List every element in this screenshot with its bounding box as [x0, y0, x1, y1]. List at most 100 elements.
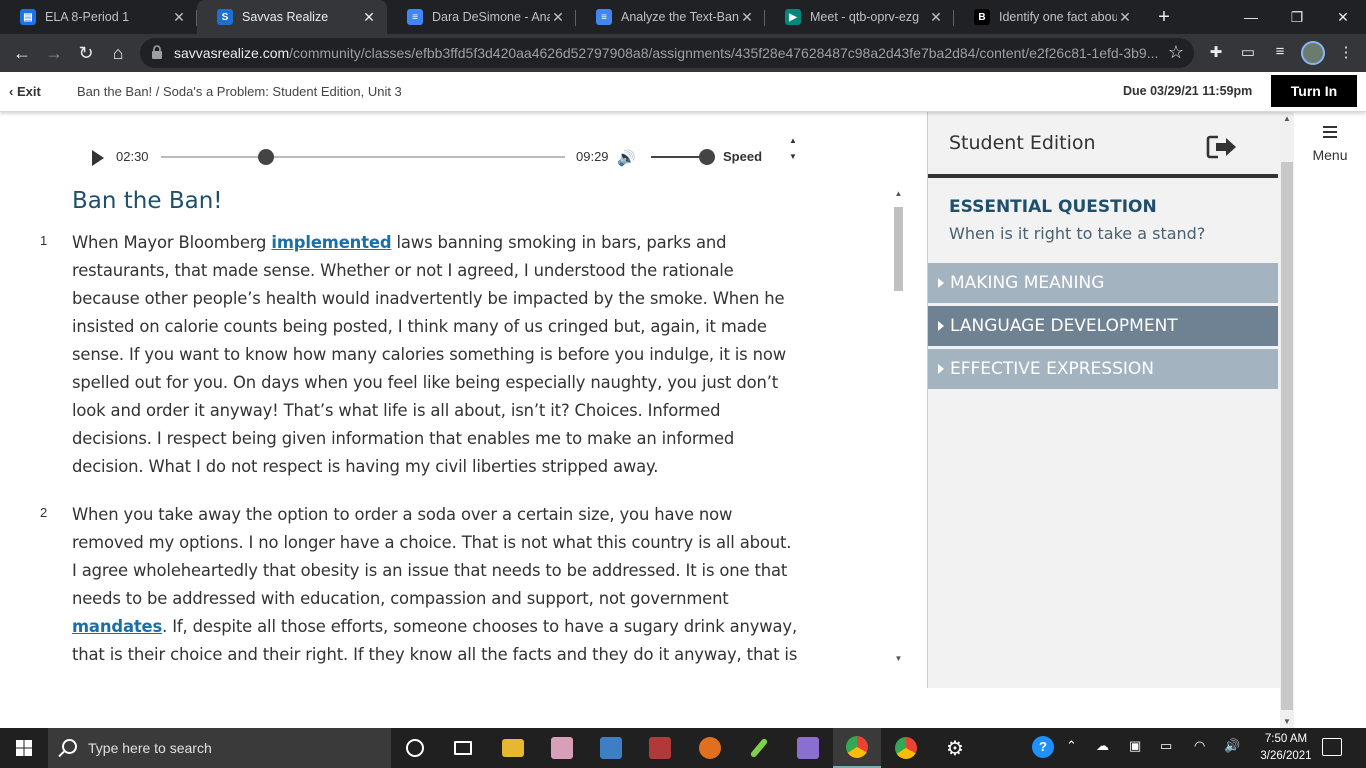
- vocabulary-link[interactable]: mandates: [72, 617, 162, 636]
- minimize-icon[interactable]: —: [1228, 0, 1274, 34]
- more-menu-icon[interactable]: ⋮: [1335, 43, 1357, 63]
- close-window-icon[interactable]: ✕: [1320, 0, 1366, 34]
- progress-track[interactable]: [161, 156, 565, 158]
- windows-start-icon[interactable]: [0, 728, 48, 768]
- onedrive-icon[interactable]: ☁: [1096, 738, 1109, 754]
- close-tab-icon[interactable]: ✕: [739, 9, 755, 26]
- app-icon[interactable]: [735, 728, 783, 768]
- close-tab-icon[interactable]: ✕: [361, 9, 377, 26]
- app-icon[interactable]: [784, 728, 832, 768]
- scroll-up-icon[interactable]: ▲: [1280, 114, 1294, 123]
- student-edition-panel: Student Edition ESSENTIAL QUESTION When …: [927, 112, 1280, 688]
- google-classroom-icon: ▤: [20, 9, 36, 25]
- step-down-icon[interactable]: ▼: [786, 149, 800, 165]
- section-language-development[interactable]: LANGUAGE DEVELOPMENT: [928, 306, 1278, 346]
- taskbar-search[interactable]: Type here to search: [48, 728, 391, 768]
- caret-right-icon: [938, 278, 944, 288]
- browser-tab[interactable]: ≡ Dara DeSimone - Analy ✕: [387, 0, 576, 34]
- close-tab-icon[interactable]: ✕: [550, 9, 566, 26]
- step-up-icon[interactable]: ▲: [786, 133, 800, 149]
- forward-icon[interactable]: →: [40, 39, 68, 67]
- help-icon[interactable]: ?: [1032, 736, 1054, 758]
- address-bar[interactable]: savvasrealize.com/community/classes/efbb…: [140, 38, 1194, 68]
- scroll-up-icon[interactable]: ▲: [890, 189, 907, 198]
- collapse-panel-icon[interactable]: [1206, 134, 1238, 160]
- tab-title: ELA 8-Period 1: [45, 10, 130, 24]
- panel-title: Student Edition: [949, 132, 1096, 154]
- scroll-thumb[interactable]: [894, 207, 903, 291]
- extensions-icon[interactable]: ✚: [1205, 43, 1227, 63]
- player-stepper[interactable]: ▲ ▼: [786, 133, 800, 165]
- assignment-header: ‹ Exit Ban the Ban! / Soda's a Problem: …: [0, 72, 1366, 112]
- chrome-icon[interactable]: [882, 728, 930, 768]
- app-icon[interactable]: [686, 728, 734, 768]
- close-tab-icon[interactable]: ✕: [171, 9, 187, 26]
- bookmark-star-icon[interactable]: ☆: [1168, 42, 1184, 63]
- caret-right-icon: [938, 364, 944, 374]
- volume-icon[interactable]: 🔊: [617, 149, 636, 167]
- browser-tab[interactable]: ≡ Analyze the Text-Ban th ✕: [576, 0, 765, 34]
- section-making-meaning[interactable]: MAKING MEANING: [928, 263, 1278, 303]
- cast-icon[interactable]: ▭: [1237, 43, 1259, 63]
- due-date: Due 03/29/21 11:59pm: [1123, 84, 1253, 98]
- exit-button[interactable]: ‹ Exit: [9, 84, 41, 99]
- reload-icon[interactable]: ↻: [72, 39, 100, 67]
- app-icon[interactable]: [587, 728, 635, 768]
- vocabulary-link[interactable]: implemented: [271, 233, 391, 252]
- windows-taskbar: Type here to search ⚙ ? ⌃ ☁ ▣ ▭ ◠ 🔊 7:50…: [0, 728, 1366, 768]
- battery-icon[interactable]: ▭: [1160, 738, 1172, 754]
- app-icon[interactable]: [636, 728, 684, 768]
- reader-scrollbar[interactable]: ▲ ▼: [890, 187, 907, 665]
- savvas-icon: S: [217, 9, 233, 25]
- scroll-down-icon[interactable]: ▼: [1280, 717, 1294, 726]
- meet-now-icon[interactable]: ▣: [1129, 738, 1141, 754]
- duration-time: 09:29: [576, 149, 609, 164]
- section-effective-expression[interactable]: EFFECTIVE EXPRESSION: [928, 349, 1278, 389]
- google-meet-icon: ▶: [785, 9, 801, 25]
- chrome-icon[interactable]: [833, 728, 881, 768]
- progress-knob[interactable]: [258, 149, 275, 165]
- volume-icon[interactable]: 🔊: [1224, 738, 1240, 754]
- file-explorer-icon[interactable]: [489, 728, 537, 768]
- essential-question: When is it right to take a stand?: [949, 224, 1206, 243]
- essential-question-label: ESSENTIAL QUESTION: [949, 197, 1157, 217]
- chevron-up-icon[interactable]: ⌃: [1066, 738, 1077, 754]
- google-docs-icon: ≡: [596, 9, 612, 25]
- paragraph: When Mayor Bloomberg implemented laws ba…: [72, 233, 787, 476]
- scroll-thumb[interactable]: [1281, 162, 1293, 710]
- browser-tab[interactable]: B Identify one fact about ✕: [954, 0, 1143, 34]
- breadcrumb: Ban the Ban! / Soda's a Problem: Student…: [77, 84, 402, 99]
- close-tab-icon[interactable]: ✕: [1117, 9, 1133, 26]
- settings-gear-icon[interactable]: ⚙: [931, 728, 979, 768]
- app-icon[interactable]: [538, 728, 586, 768]
- volume-knob[interactable]: [699, 149, 715, 165]
- notification-icon[interactable]: [1322, 738, 1342, 756]
- browser-tab-active[interactable]: S Savvas Realize ✕: [197, 0, 387, 34]
- chevron-left-icon: ‹: [9, 84, 17, 99]
- browser-tab[interactable]: ▤ ELA 8-Period 1 ✕: [0, 0, 197, 34]
- restore-icon[interactable]: ❐: [1274, 0, 1320, 34]
- wifi-icon[interactable]: ◠: [1194, 738, 1205, 754]
- profile-avatar[interactable]: [1301, 41, 1325, 65]
- taskbar-clock[interactable]: 7:50 AM 3/26/2021: [1256, 731, 1316, 765]
- panel-scrollbar[interactable]: ▲ ▼: [1280, 112, 1294, 728]
- home-icon[interactable]: ⌂: [104, 39, 132, 67]
- speed-button[interactable]: Speed: [723, 149, 762, 164]
- brainly-icon: B: [974, 9, 990, 25]
- cortana-icon[interactable]: [391, 728, 439, 768]
- tab-title: Analyze the Text-Ban th: [621, 10, 739, 24]
- menu-button[interactable]: Menu: [1294, 112, 1366, 180]
- back-icon[interactable]: ←: [8, 39, 36, 67]
- reader-pane: 02:30 09:29 🔊 Speed Ban the Ban! 1 When …: [0, 112, 927, 728]
- paragraph-number: 2: [40, 505, 48, 520]
- task-view-icon[interactable]: [439, 728, 487, 768]
- scroll-down-icon[interactable]: ▼: [890, 654, 907, 663]
- search-icon: [62, 739, 77, 754]
- turn-in-button[interactable]: Turn In: [1271, 75, 1357, 107]
- browser-tab[interactable]: ▶ Meet - qtb-oprv-ezg ✕: [765, 0, 954, 34]
- article-title: Ban the Ban!: [72, 188, 223, 214]
- play-icon[interactable]: [92, 150, 104, 166]
- close-tab-icon[interactable]: ✕: [928, 9, 944, 26]
- media-control-icon[interactable]: ≡: [1269, 43, 1291, 63]
- new-tab-button[interactable]: +: [1153, 6, 1175, 28]
